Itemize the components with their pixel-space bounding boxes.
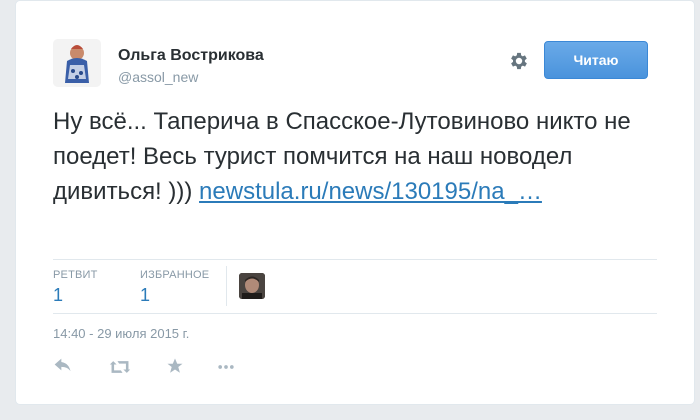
follow-button[interactable]: Читаю bbox=[544, 41, 648, 79]
gear-icon[interactable] bbox=[508, 50, 530, 72]
favorites-count[interactable]: 1 bbox=[140, 285, 209, 306]
favorites-label: ИЗБРАННОЕ bbox=[140, 269, 210, 281]
divider bbox=[53, 313, 657, 314]
favoriter-avatar[interactable] bbox=[239, 273, 265, 299]
retweets-stat[interactable]: РЕТВИТ 1 bbox=[53, 269, 98, 306]
retweet-icon[interactable] bbox=[109, 357, 133, 381]
tweet-link[interactable]: newstula.ru/news/130195/na_… bbox=[199, 178, 542, 205]
author-name[interactable]: Ольга Вострикова bbox=[118, 47, 264, 65]
retweets-count[interactable]: 1 bbox=[53, 285, 98, 306]
author-handle[interactable]: @assol_new bbox=[118, 69, 198, 85]
more-icon[interactable] bbox=[216, 357, 240, 381]
reply-icon[interactable] bbox=[53, 357, 77, 381]
star-icon[interactable] bbox=[166, 357, 190, 381]
retweets-label: РЕТВИТ bbox=[53, 269, 98, 281]
divider bbox=[53, 259, 657, 260]
tweet-card: Ольга Вострикова @assol_new Читаю Ну всё… bbox=[15, 0, 695, 405]
tweet-body: Ну всё... Таперича в Спасское-Лутовиново… bbox=[53, 104, 653, 209]
tweet-timestamp[interactable]: 14:40 - 29 июля 2015 г. bbox=[53, 326, 189, 341]
stats-separator bbox=[226, 266, 227, 306]
favorites-stat[interactable]: ИЗБРАННОЕ 1 bbox=[140, 269, 209, 306]
author-avatar[interactable] bbox=[53, 39, 101, 87]
